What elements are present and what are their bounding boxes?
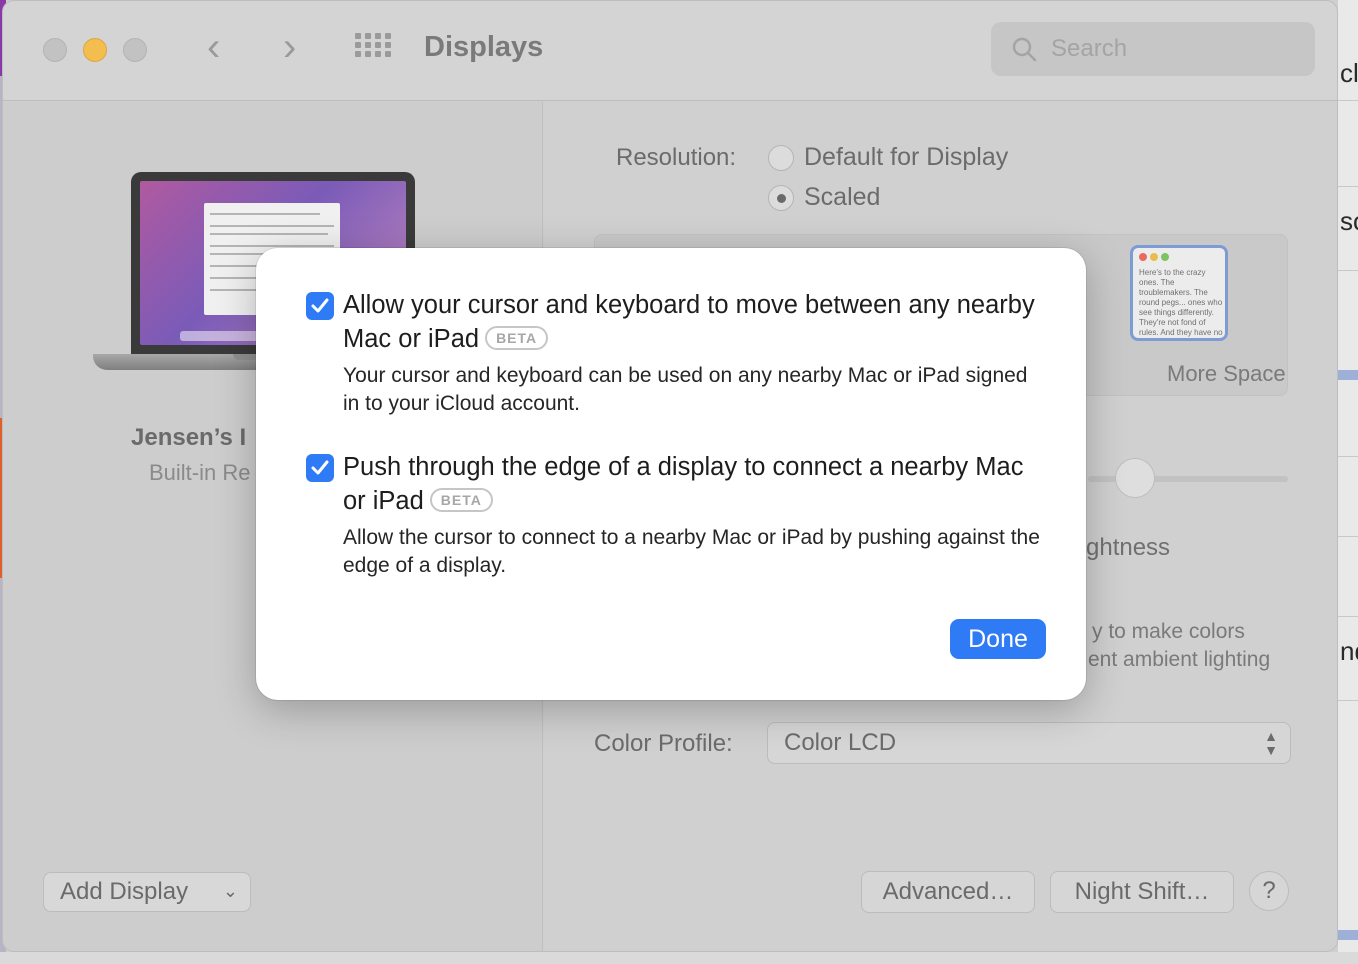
chevron-updown-icon: ▲ ▼ (1264, 728, 1278, 758)
brightness-label: ghtness (1086, 534, 1171, 561)
search-icon (1012, 37, 1037, 62)
zoom-window-button[interactable] (123, 38, 147, 62)
chevron-down-icon: ⌄ (222, 881, 238, 901)
forward-arrow-icon[interactable]: › (283, 27, 296, 67)
desktop-edge-bottom (0, 952, 1358, 964)
divider (1338, 186, 1358, 187)
radio-default-for-display[interactable] (768, 145, 794, 171)
background-window-text: cl (1340, 58, 1358, 88)
option-title: Allow your cursor and keyboard to move b… (343, 288, 1043, 356)
radio-scaled[interactable] (768, 185, 794, 211)
checkmark-icon (311, 460, 329, 475)
background-window-bar (1338, 370, 1358, 380)
show-all-grid-icon[interactable] (355, 33, 391, 61)
background-window-text: so (1340, 206, 1358, 236)
advanced-button[interactable]: Advanced… (861, 871, 1035, 913)
color-profile-select[interactable]: Color LCD ▲ ▼ (767, 722, 1291, 764)
background-window-bar (1338, 930, 1358, 940)
divider (1338, 100, 1358, 101)
beta-badge: BETA (429, 488, 493, 512)
minimize-window-button[interactable] (83, 38, 107, 62)
checkmark-icon (311, 298, 329, 313)
option-description: Allow the cursor to connect to a nearby … (343, 526, 1040, 577)
option-title: Push through the edge of a display to co… (343, 450, 1043, 518)
display-name: Jensen’s I (131, 424, 247, 451)
true-tone-description: ent ambient lighting (1088, 648, 1271, 671)
color-profile-label: Color Profile: (594, 730, 733, 757)
background-window-edge[interactable]: cl so nd (1338, 0, 1358, 964)
resolution-label: Resolution: (616, 144, 737, 171)
divider (1338, 270, 1358, 271)
radio-scaled-label[interactable]: Scaled (804, 183, 880, 212)
beta-badge: BETA (485, 326, 549, 350)
universal-control-sheet: Allow your cursor and keyboard to move b… (256, 248, 1086, 700)
window-title: Displays (424, 31, 544, 63)
add-display-label: Add Display (60, 878, 189, 905)
search-field[interactable] (991, 22, 1315, 76)
divider (1338, 456, 1358, 457)
help-button[interactable]: ? (1249, 871, 1289, 911)
close-window-button[interactable] (43, 38, 67, 62)
title-bar: ‹ › Displays (3, 1, 1337, 101)
true-tone-description: y to make colors (1092, 620, 1245, 643)
divider (1338, 536, 1358, 537)
add-display-button[interactable]: Add Display ⌄ (43, 872, 251, 912)
search-input[interactable] (1051, 34, 1301, 64)
more-space-thumbnail[interactable]: Here's to the crazy ones. The troublemak… (1130, 245, 1228, 341)
night-shift-button[interactable]: Night Shift… (1050, 871, 1234, 913)
radio-default-label[interactable]: Default for Display (804, 143, 1008, 172)
display-subtitle: Built-in Re (149, 460, 251, 485)
cursor-keyboard-checkbox[interactable] (306, 292, 334, 320)
option-description: Your cursor and keyboard can be used on … (343, 364, 1028, 415)
back-arrow-icon[interactable]: ‹ (207, 27, 220, 67)
thumbnail-sample-text: Here's to the crazy ones. The troublemak… (1139, 268, 1223, 337)
divider (1338, 700, 1358, 701)
background-window-text: nd (1340, 636, 1358, 666)
option-title-text: Allow your cursor and keyboard to move b… (343, 291, 1035, 353)
color-profile-value: Color LCD (784, 729, 897, 756)
push-through-edge-checkbox[interactable] (306, 454, 334, 482)
more-space-label: More Space (1167, 361, 1286, 386)
done-button[interactable]: Done (950, 619, 1046, 659)
brightness-slider-knob[interactable] (1115, 458, 1155, 498)
divider (1338, 616, 1358, 617)
